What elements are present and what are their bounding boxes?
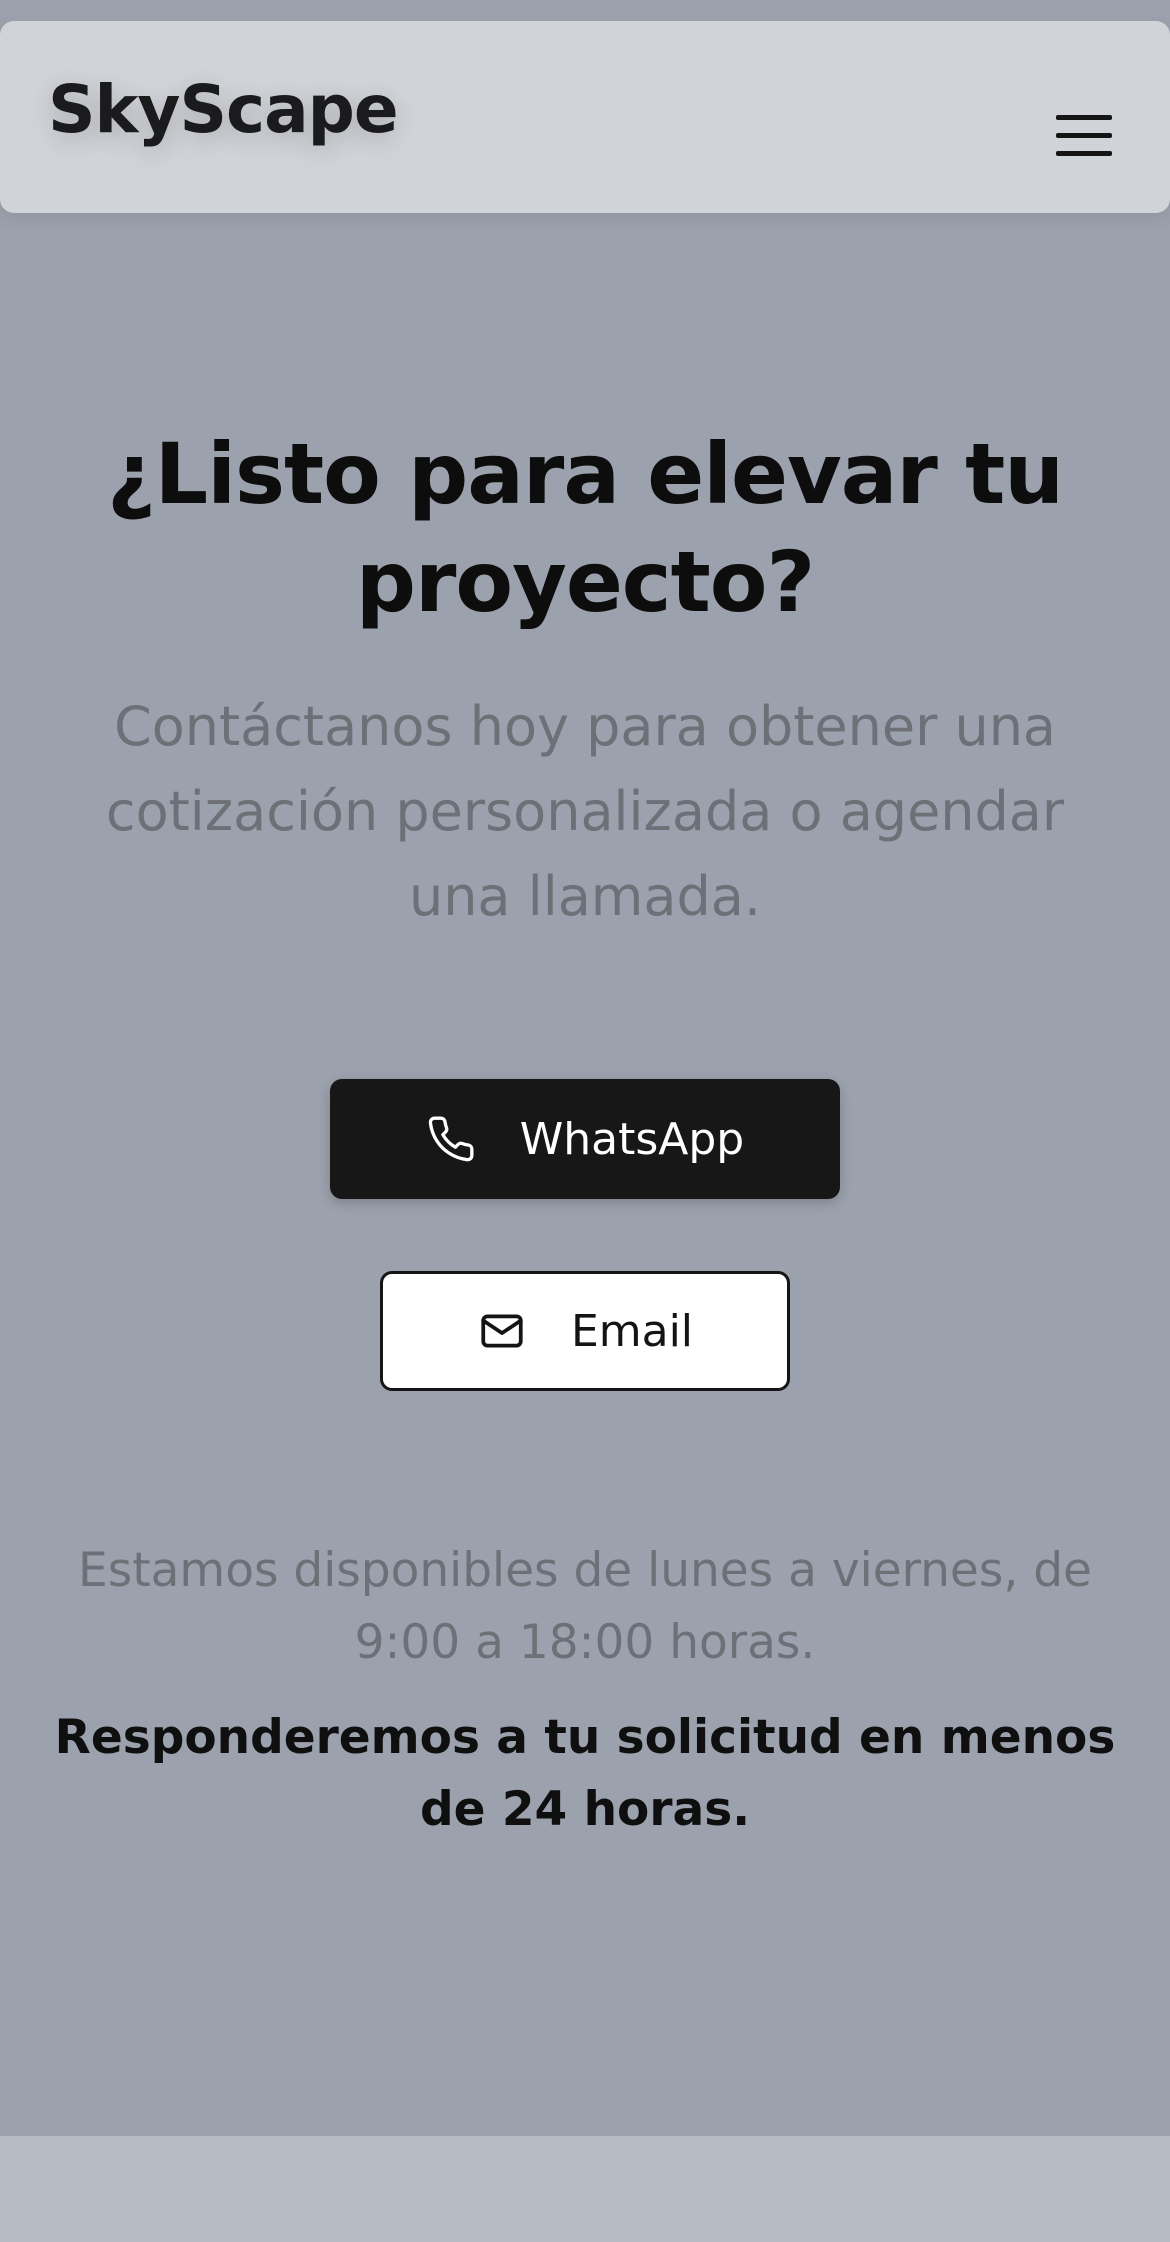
brand-logo[interactable]: SkyScape [48,77,399,143]
whatsapp-label: WhatsApp [519,1113,745,1165]
availability-text: Estamos disponibles de lunes a viernes, … [78,1543,1092,1670]
response-time-text: Responderemos a tu solicitud en menos de… [54,1710,1116,1837]
page-subtitle: Contáctanos hoy para obtener una cotizac… [105,695,1065,928]
whatsapp-button[interactable]: WhatsApp [330,1079,840,1199]
email-button[interactable]: Email [380,1271,790,1391]
phone-icon [426,1114,476,1164]
mail-icon [477,1306,527,1356]
hamburger-menu-icon[interactable] [1056,111,1114,159]
email-label: Email [570,1305,694,1357]
site-header: SkyScape [0,21,1170,213]
page-title: ¿Listo para elevar tu proyecto? [106,425,1064,631]
footer [0,2136,1170,2242]
